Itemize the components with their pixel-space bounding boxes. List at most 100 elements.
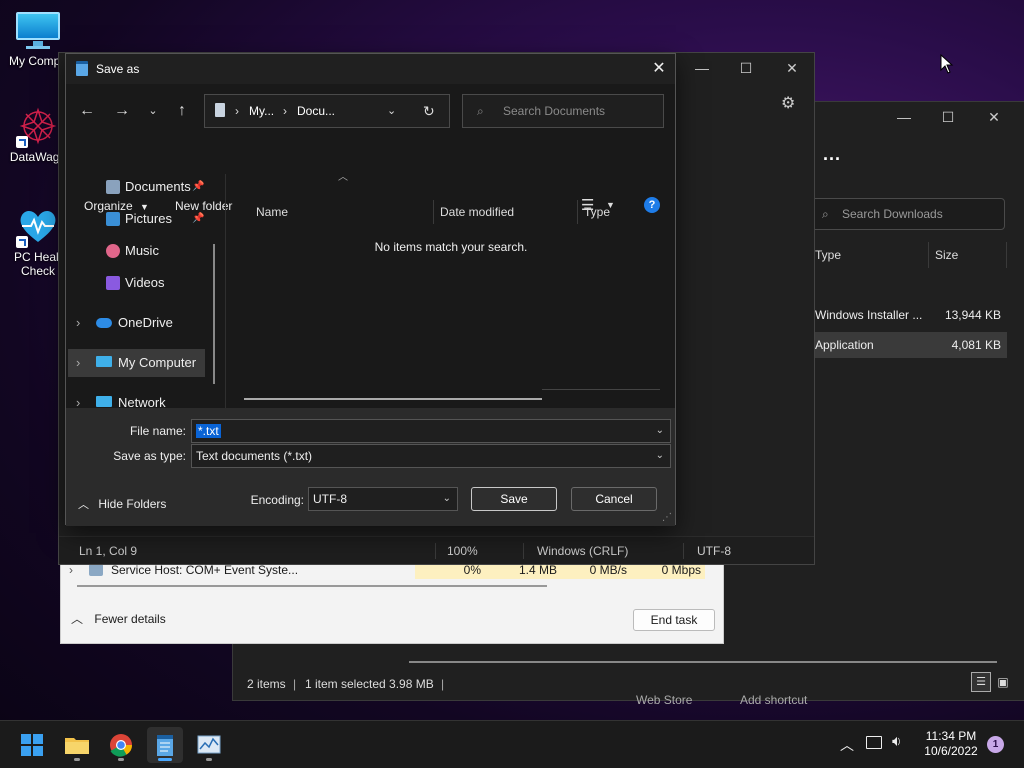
column-header-name[interactable]: Name xyxy=(250,200,434,224)
table-row[interactable]: Windows Installer ... 13,944 KB xyxy=(811,302,1007,328)
chevron-down-icon[interactable]: ⌄ xyxy=(656,420,664,442)
empty-message: No items match your search. xyxy=(374,240,528,254)
taskbar-file-explorer[interactable] xyxy=(59,727,95,763)
task-manager-scrollbar[interactable] xyxy=(77,585,547,587)
cursor-position: Ln 1, Col 9 xyxy=(79,544,138,558)
notepad-status-bar: Ln 1, Col 9 100% Windows (CRLF) UTF-8 xyxy=(59,536,814,564)
taskbar-task-manager[interactable] xyxy=(191,727,227,763)
file-type-cell: Windows Installer ... xyxy=(815,308,923,322)
file-encoding: UTF-8 xyxy=(697,544,731,558)
network-status-icon[interactable] xyxy=(866,736,882,749)
file-name-value: *.txt xyxy=(196,424,221,438)
breadcrumb-my-computer[interactable]: My... xyxy=(249,95,274,127)
encoding-label: Encoding: xyxy=(250,493,304,507)
mouse-cursor-icon xyxy=(940,53,954,77)
tree-item-onedrive[interactable]: › OneDrive xyxy=(76,309,206,337)
chevron-right-icon: › xyxy=(76,355,81,370)
chevron-down-icon[interactable]: ⌄ xyxy=(443,488,451,510)
search-icon: ⌕ xyxy=(477,104,484,118)
resize-grip-icon[interactable]: ⋰ xyxy=(662,512,672,523)
behind-link-add-shortcut: Add shortcut xyxy=(740,693,808,707)
dialog-title: Save as xyxy=(96,62,140,76)
datawago-logo-icon xyxy=(16,106,60,148)
chevron-up-icon: ︿ xyxy=(78,499,89,511)
explorer-status-bar: 2 items | 1 item selected 3.98 MB | xyxy=(247,677,445,691)
start-button[interactable] xyxy=(14,727,50,763)
address-history-chevron-icon[interactable]: ⌄ xyxy=(387,95,396,127)
taskbar-chrome[interactable] xyxy=(103,727,139,763)
cancel-button[interactable]: Cancel xyxy=(571,487,657,511)
pane-divider xyxy=(225,174,226,408)
close-icon[interactable]: ✕ xyxy=(971,102,1017,132)
address-bar[interactable]: › My... › Docu... ⌄ ↻ xyxy=(204,94,450,128)
up-arrow-icon[interactable]: ↑ xyxy=(169,98,195,124)
volume-icon[interactable]: 🔉︎ xyxy=(892,733,901,750)
breadcrumb-documents[interactable]: Docu... xyxy=(297,95,335,127)
column-header-date-modified[interactable]: Date modified xyxy=(434,200,578,224)
videos-folder-icon xyxy=(106,276,120,290)
recent-chevron-down-icon[interactable]: ⌄ xyxy=(140,98,166,124)
windows-logo-icon xyxy=(21,734,43,756)
show-hidden-icons-chevron[interactable]: ︿ xyxy=(840,735,854,755)
horizontal-scrollbar[interactable] xyxy=(409,661,997,663)
file-list-horizontal-scrollbar[interactable] xyxy=(244,398,542,400)
file-list-scroll-track xyxy=(542,389,660,390)
clock-time: 11:34 PM xyxy=(925,729,977,743)
task-manager-window[interactable]: › Service Host: COM+ Event Syste... 0% 1… xyxy=(60,560,724,644)
column-header-type[interactable]: Type xyxy=(811,242,929,268)
documents-folder-icon xyxy=(106,180,120,194)
close-icon[interactable]: ✕ xyxy=(769,53,815,83)
line-ending: Windows (CRLF) xyxy=(537,544,629,558)
large-icons-view-icon[interactable]: ▣ xyxy=(993,672,1013,692)
minimize-icon[interactable]: — xyxy=(679,53,725,83)
breadcrumb-separator-icon: › xyxy=(235,104,239,118)
save-button[interactable]: Save xyxy=(471,487,557,511)
back-arrow-icon[interactable]: ← xyxy=(74,98,100,124)
document-icon xyxy=(215,103,225,117)
file-type-cell: Application xyxy=(815,338,874,352)
pictures-folder-icon xyxy=(106,212,120,226)
forward-arrow-icon[interactable]: → xyxy=(109,98,135,124)
maximize-icon[interactable]: ☐ xyxy=(925,102,971,132)
breadcrumb-separator-icon: › xyxy=(283,104,287,118)
network-icon xyxy=(96,396,112,407)
file-size-cell: 4,081 KB xyxy=(951,338,1001,352)
tree-item-pictures[interactable]: Pictures 📌 xyxy=(106,205,212,233)
hide-folders-button[interactable]: ︿ Hide Folders xyxy=(78,496,166,513)
maximize-icon[interactable]: ☐ xyxy=(723,53,769,83)
heart-monitor-icon xyxy=(16,206,60,248)
close-icon[interactable]: ✕ xyxy=(643,54,675,84)
tree-scrollbar[interactable] xyxy=(213,244,215,384)
tree-item-network[interactable]: › Network xyxy=(76,389,206,408)
tree-item-music[interactable]: Music xyxy=(106,237,212,265)
tree-item-my-computer-selected[interactable]: › My Computer xyxy=(68,349,205,377)
chevron-up-icon: ︿ xyxy=(71,612,84,626)
table-row-selected[interactable]: Application 4,081 KB xyxy=(811,332,1007,358)
details-view-icon[interactable]: ☰ xyxy=(971,672,991,692)
column-header-type[interactable]: Type xyxy=(578,200,658,224)
system-clock[interactable]: 11:34 PM 10/6/2022 xyxy=(918,729,984,759)
downloads-search-input[interactable]: ⌕ Search Downloads xyxy=(811,198,1005,230)
save-as-type-select[interactable]: Text documents (*.txt) ⌄ xyxy=(191,444,671,468)
search-documents-input[interactable]: ⌕ Search Documents xyxy=(462,94,664,128)
pin-icon: 📌 xyxy=(192,213,205,224)
minimize-icon[interactable]: — xyxy=(881,102,927,132)
refresh-icon[interactable]: ↻ xyxy=(423,95,435,127)
tree-item-documents[interactable]: Documents 📌 xyxy=(106,173,212,201)
taskbar-notepad[interactable] xyxy=(147,727,183,763)
dialog-title-bar[interactable]: Save as ✕ xyxy=(66,54,675,84)
chevron-down-icon[interactable]: ⌄ xyxy=(656,445,664,467)
end-task-button[interactable]: End task xyxy=(633,609,715,631)
column-header-size[interactable]: Size xyxy=(931,242,1007,268)
notification-badge[interactable]: 1 xyxy=(987,736,1004,753)
fewer-details-button[interactable]: ︿ Fewer details xyxy=(71,609,166,629)
save-as-dialog[interactable]: Save as ✕ ← → ⌄ ↑ › My... › Docu... ⌄ ↻ … xyxy=(65,53,676,526)
behind-link-web-store: Web Store xyxy=(636,693,693,707)
file-name-input[interactable]: *.txt ⌄ xyxy=(191,419,671,443)
more-options-button[interactable]: ... xyxy=(823,144,841,165)
encoding-select[interactable]: UTF-8 ⌄ xyxy=(308,487,458,511)
settings-gear-icon[interactable]: ⚙ xyxy=(781,93,795,113)
search-icon: ⌕ xyxy=(822,207,829,221)
tree-item-videos[interactable]: Videos xyxy=(106,269,212,297)
clock-date: 10/6/2022 xyxy=(924,744,978,758)
